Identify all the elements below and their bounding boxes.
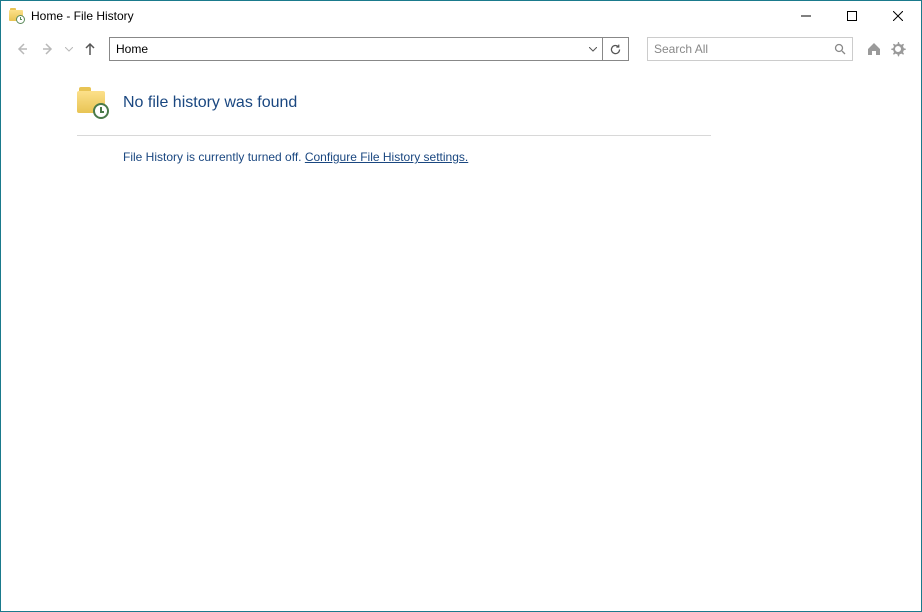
refresh-button[interactable]	[602, 38, 628, 60]
home-icon[interactable]	[865, 40, 883, 58]
minimize-button[interactable]	[783, 1, 829, 31]
heading-row: No file history was found	[77, 87, 711, 136]
search-input[interactable]	[648, 38, 828, 60]
main-content: No file history was found File History i…	[1, 67, 921, 164]
file-history-large-icon	[77, 87, 109, 119]
file-history-icon	[9, 8, 25, 24]
address-bar	[109, 37, 629, 61]
page-heading: No file history was found	[123, 94, 297, 112]
up-button[interactable]	[79, 38, 101, 60]
navigation-toolbar	[1, 31, 921, 67]
titlebar: Home - File History	[1, 1, 921, 31]
status-text: File History is currently turned off.	[123, 150, 305, 164]
gear-icon[interactable]	[889, 40, 907, 58]
address-dropdown[interactable]	[584, 38, 602, 60]
maximize-button[interactable]	[829, 1, 875, 31]
address-input[interactable]	[110, 38, 584, 60]
forward-button[interactable]	[37, 38, 59, 60]
search-box	[647, 37, 853, 61]
status-message: File History is currently turned off. Co…	[77, 136, 921, 164]
recent-locations-dropdown[interactable]	[63, 47, 75, 52]
window-title: Home - File History	[31, 9, 134, 23]
search-icon[interactable]	[828, 38, 852, 60]
configure-link[interactable]: Configure File History settings.	[305, 150, 468, 164]
close-button[interactable]	[875, 1, 921, 31]
back-button[interactable]	[11, 38, 33, 60]
